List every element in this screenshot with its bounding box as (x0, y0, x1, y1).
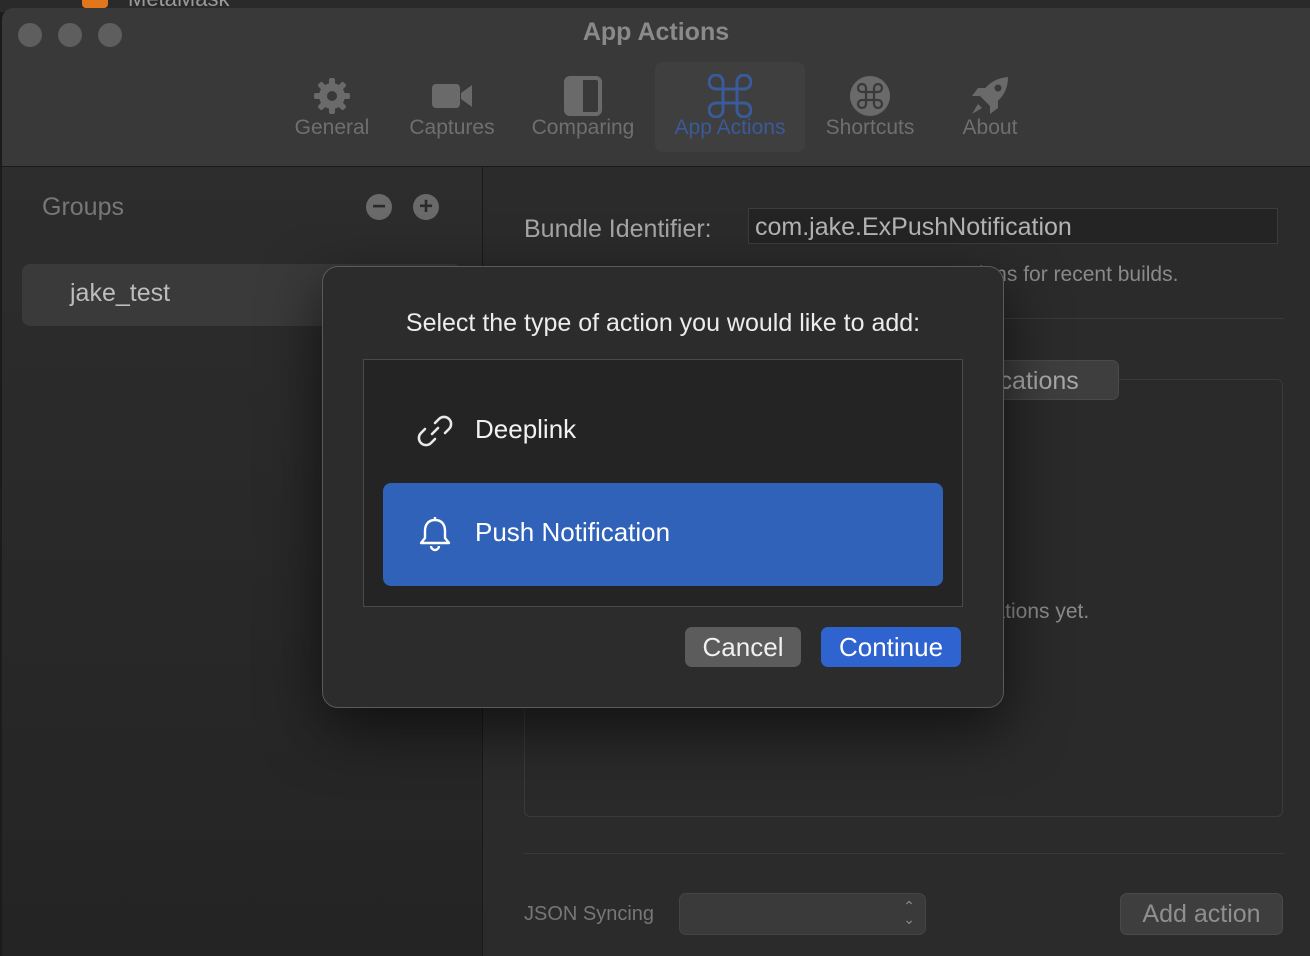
link-icon (417, 415, 453, 447)
chevron-up-down-icon: ⌃ ⌄ (903, 898, 915, 927)
titlebar: App Actions General Captures Comparing A… (2, 8, 1310, 167)
json-syncing-label: JSON Syncing (524, 903, 655, 925)
tab-comparing[interactable]: Comparing (522, 62, 644, 152)
video-camera-icon (432, 84, 472, 108)
rocket-icon (972, 77, 1008, 114)
action-type-dialog: Select the type of action you would like… (322, 266, 1004, 708)
window-title: App Actions (582, 18, 730, 46)
bundle-identifier-label: Bundle Identifier: (524, 215, 712, 243)
divider (524, 853, 1284, 854)
tab-about-label: About (962, 116, 1018, 139)
tab-general[interactable]: General (282, 62, 382, 152)
remove-group-button[interactable]: − (366, 194, 392, 220)
command-icon (708, 74, 752, 118)
tab-app-actions-label: App Actions (674, 116, 786, 139)
add-group-button[interactable]: + (413, 194, 439, 220)
tab-general-label: General (294, 116, 370, 139)
json-syncing-select[interactable]: ⌃ ⌄ (679, 893, 926, 935)
continue-button[interactable]: Continue (821, 627, 961, 667)
command-circle-icon (850, 76, 890, 116)
tab-shortcuts-label: Shortcuts (825, 116, 915, 139)
add-action-button[interactable]: Add action (1120, 893, 1283, 935)
option-push-notification[interactable]: Push Notification (383, 483, 943, 586)
tab-shortcuts[interactable]: Shortcuts (818, 62, 922, 152)
tab-captures-label: Captures (409, 116, 495, 139)
option-deeplink-label: Deeplink (475, 414, 577, 444)
tab-comparing-label: Comparing (531, 116, 635, 139)
metamask-logo-icon (82, 0, 108, 8)
bell-icon (419, 517, 451, 552)
tab-captures[interactable]: Captures (400, 62, 504, 152)
tab-app-actions[interactable]: App Actions (655, 62, 805, 152)
group-row-label: jake_test (70, 279, 171, 307)
gear-icon (314, 78, 350, 114)
option-deeplink[interactable]: Deeplink (383, 380, 943, 483)
groups-title: Groups (42, 193, 124, 221)
bundle-identifier-field[interactable]: com.jake.ExPushNotification (748, 208, 1278, 244)
option-push-notification-label: Push Notification (475, 517, 671, 547)
dialog-title: Select the type of action you would like… (405, 309, 921, 337)
preferences-toolbar: General Captures Comparing App Actions S… (2, 62, 1310, 162)
action-type-list: Deeplink Push Notification (363, 359, 963, 607)
split-view-icon (564, 76, 602, 116)
cancel-button[interactable]: Cancel (685, 627, 801, 667)
tab-about[interactable]: About (942, 62, 1038, 152)
